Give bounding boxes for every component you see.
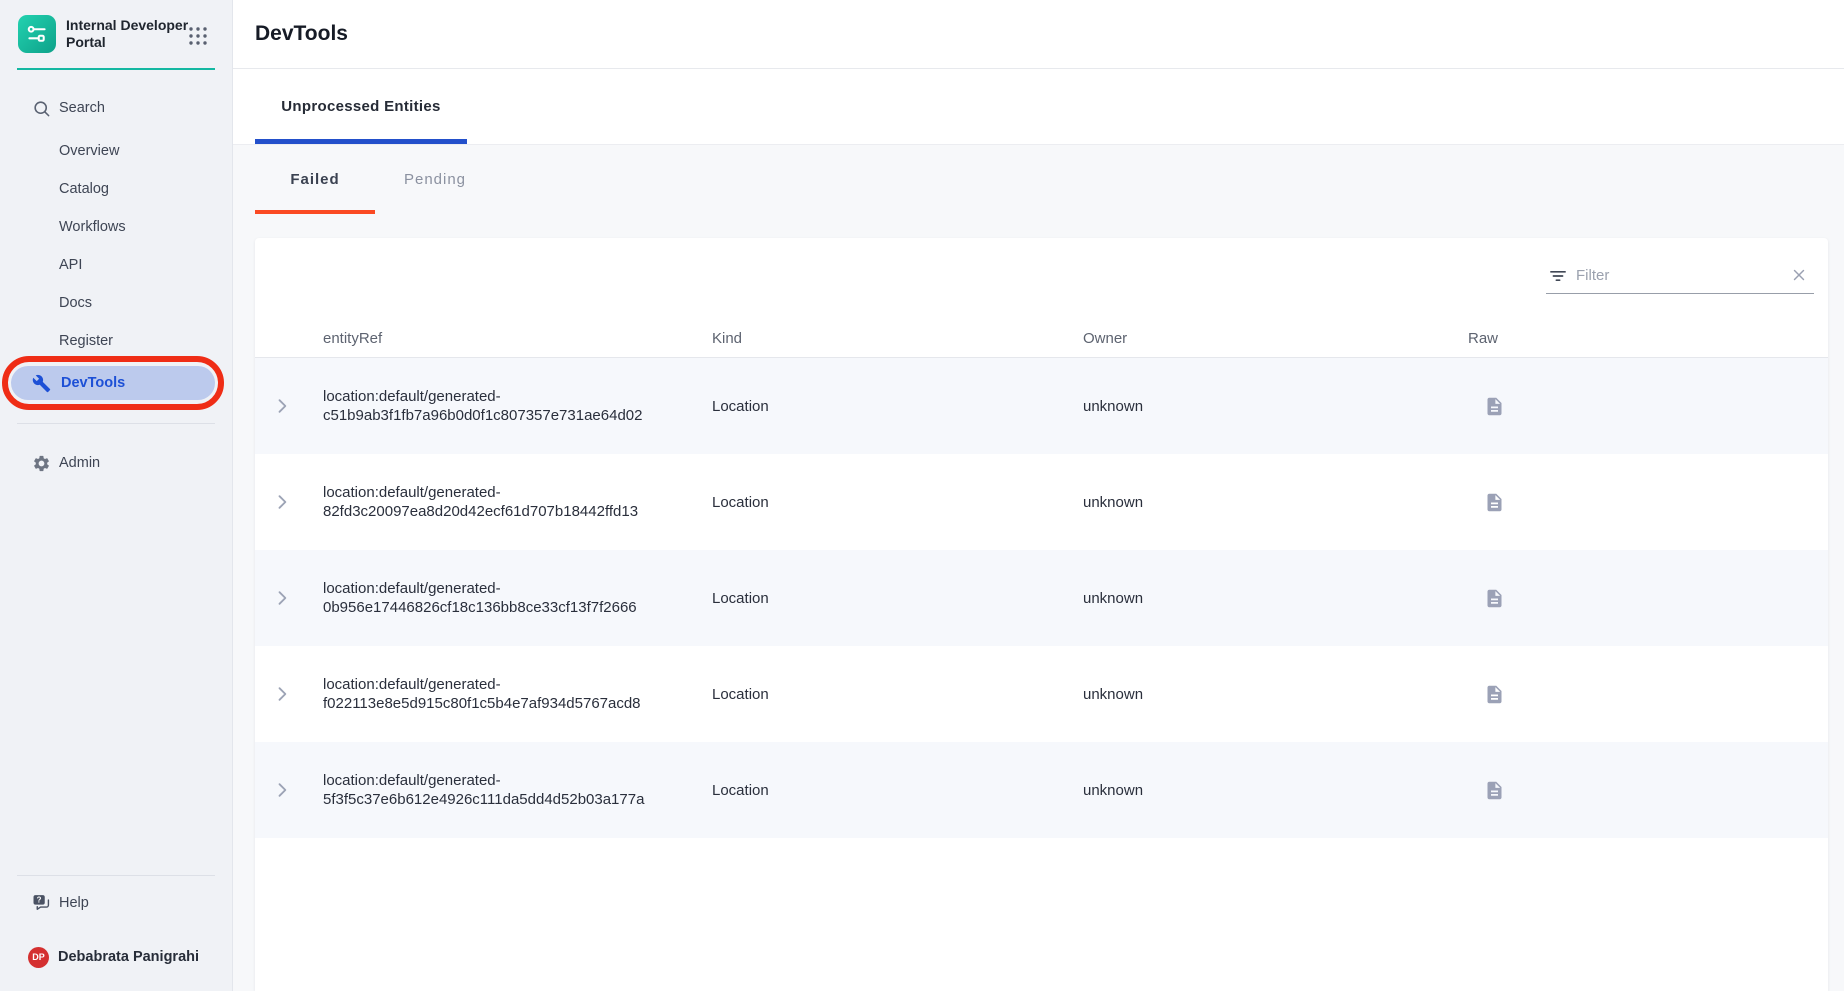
- help-chat-icon: ?: [31, 893, 51, 913]
- filter-field: [1546, 262, 1814, 294]
- sidebar-item-label: Workflows: [59, 219, 126, 235]
- active-tab-indicator: [255, 139, 467, 144]
- page-header: DevTools: [233, 0, 1844, 69]
- table-header-row: entityRef Kind Owner Raw: [255, 320, 1828, 358]
- sidebar-item-devtools[interactable]: DevTools: [11, 366, 215, 400]
- flow-logo-icon: [18, 15, 56, 53]
- active-subtab-indicator: [255, 210, 375, 214]
- brand-title: Internal Developer Portal: [66, 15, 192, 51]
- table-row: location:default/generated-c51b9ab3f1fb7…: [255, 358, 1828, 454]
- user-name: Debabrata Panigrahi: [58, 949, 199, 965]
- gear-icon: [31, 453, 51, 473]
- sidebar-item-catalog[interactable]: Catalog: [0, 177, 232, 201]
- expand-chevron-icon[interactable]: [270, 586, 294, 610]
- expand-chevron-icon[interactable]: [270, 394, 294, 418]
- owner-cell: unknown: [1083, 494, 1468, 511]
- brand: Internal Developer Portal: [18, 15, 192, 53]
- sidebar-item-label: DevTools: [61, 375, 125, 391]
- sidebar-item-label: Search: [59, 100, 105, 116]
- kind-cell: Location: [712, 686, 1083, 703]
- tab-bar: Unprocessed Entities: [233, 69, 1844, 145]
- table-row: location:default/generated-0b956e1744682…: [255, 550, 1828, 646]
- tab-unprocessed-entities[interactable]: Unprocessed Entities: [255, 69, 467, 144]
- subtab-bar: Failed Pending: [233, 145, 1844, 214]
- expand-chevron-icon[interactable]: [270, 778, 294, 802]
- expand-chevron-icon[interactable]: [270, 490, 294, 514]
- expand-chevron-icon[interactable]: [270, 682, 294, 706]
- kind-cell: Location: [712, 494, 1083, 511]
- entityref-cell: location:default/generated-c51b9ab3f1fb7…: [323, 387, 675, 425]
- sidebar-user[interactable]: DP Debabrata Panigrahi: [0, 945, 232, 969]
- avatar: DP: [28, 947, 49, 968]
- sidebar-item-label: Register: [59, 333, 113, 349]
- kind-cell: Location: [712, 398, 1083, 415]
- clear-x-icon[interactable]: [1790, 266, 1810, 286]
- column-entityref: entityRef: [323, 330, 712, 347]
- wrench-icon: [32, 374, 51, 393]
- main-area: DevTools Unprocessed Entities Failed Pen…: [233, 0, 1844, 991]
- document-icon[interactable]: [1482, 490, 1506, 514]
- sidebar-item-label: Help: [59, 895, 89, 911]
- column-raw: Raw: [1468, 330, 1828, 347]
- sidebar-item-label: Overview: [59, 143, 119, 159]
- document-icon[interactable]: [1482, 682, 1506, 706]
- search-icon: [31, 98, 51, 118]
- apps-grid-icon[interactable]: [186, 24, 210, 48]
- sidebar-item-docs[interactable]: Docs: [0, 291, 232, 315]
- content-area: Failed Pending: [233, 145, 1844, 991]
- sidebar-item-label: API: [59, 257, 82, 273]
- sidebar-item-workflows[interactable]: Workflows: [0, 215, 232, 239]
- page-title: DevTools: [255, 22, 348, 46]
- filter-lines-icon: [1548, 266, 1568, 286]
- subtab-label: Failed: [290, 171, 339, 188]
- sidebar: Internal Developer Portal Search Overvie…: [0, 0, 233, 991]
- sidebar-item-help[interactable]: ? Help: [0, 891, 232, 915]
- sidebar-item-admin[interactable]: Admin: [0, 451, 232, 475]
- entityref-cell: location:default/generated-0b956e1744682…: [323, 579, 675, 617]
- column-kind: Kind: [712, 330, 1083, 347]
- table-row: location:default/generated-f022113e8e5d9…: [255, 646, 1828, 742]
- sidebar-item-api[interactable]: API: [0, 253, 232, 277]
- entityref-cell: location:default/generated-f022113e8e5d9…: [323, 675, 675, 713]
- table-row: location:default/generated-5f3f5c37e6b61…: [255, 742, 1828, 838]
- brand-underline: [17, 68, 215, 70]
- subtab-failed[interactable]: Failed: [255, 145, 375, 214]
- filter-input[interactable]: [1576, 267, 1790, 288]
- owner-cell: unknown: [1083, 590, 1468, 607]
- owner-cell: unknown: [1083, 782, 1468, 799]
- sidebar-item-search[interactable]: Search: [0, 96, 232, 120]
- document-icon[interactable]: [1482, 778, 1506, 802]
- sidebar-divider: [17, 875, 215, 876]
- svg-text:?: ?: [37, 896, 42, 905]
- table-body: location:default/generated-c51b9ab3f1fb7…: [255, 358, 1828, 838]
- table-row: location:default/generated-82fd3c20097ea…: [255, 454, 1828, 550]
- owner-cell: unknown: [1083, 398, 1468, 415]
- column-owner: Owner: [1083, 330, 1468, 347]
- tab-label: Unprocessed Entities: [281, 98, 440, 115]
- entityref-cell: location:default/generated-82fd3c20097ea…: [323, 483, 675, 521]
- kind-cell: Location: [712, 590, 1083, 607]
- kind-cell: Location: [712, 782, 1083, 799]
- document-icon[interactable]: [1482, 394, 1506, 418]
- sidebar-item-label: Catalog: [59, 181, 109, 197]
- document-icon[interactable]: [1482, 586, 1506, 610]
- subtab-label: Pending: [404, 171, 466, 188]
- entityref-cell: location:default/generated-5f3f5c37e6b61…: [323, 771, 675, 809]
- sidebar-item-register[interactable]: Register: [0, 329, 232, 353]
- sidebar-item-label: Admin: [59, 455, 100, 471]
- sidebar-item-overview[interactable]: Overview: [0, 139, 232, 163]
- owner-cell: unknown: [1083, 686, 1468, 703]
- subtab-pending[interactable]: Pending: [375, 145, 495, 214]
- sidebar-divider: [17, 423, 215, 424]
- sidebar-item-label: Docs: [59, 295, 92, 311]
- entities-table-card: entityRef Kind Owner Raw location:defaul…: [255, 238, 1828, 991]
